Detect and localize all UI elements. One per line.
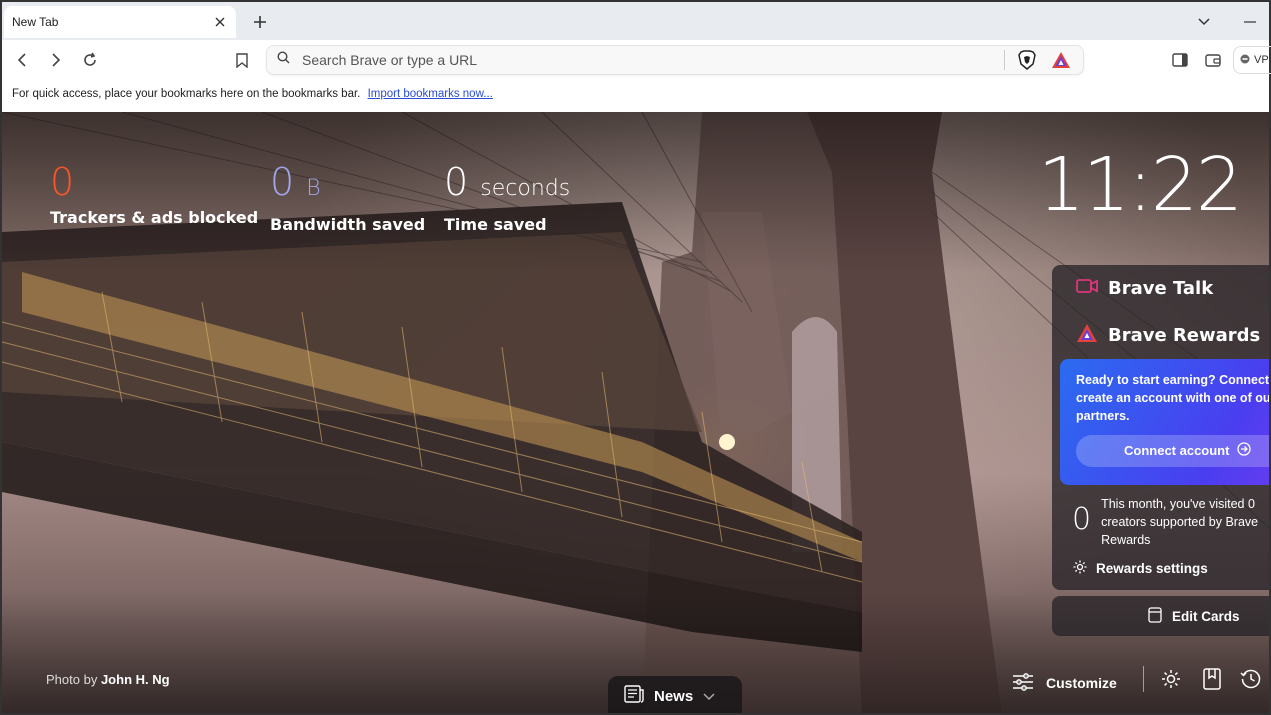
import-bookmarks-link[interactable]: Import bookmarks now... <box>368 88 493 100</box>
new-tab-page: 0 Trackers & ads blocked 0 B Bandwidth s… <box>0 112 1271 715</box>
vpn-status-icon <box>1240 54 1250 67</box>
sliders-icon <box>1012 672 1034 694</box>
photo-credit: Photo by John H. Ng <box>46 672 170 687</box>
bandwidth-value-row: 0 B <box>270 160 425 211</box>
visited-count: 0 <box>1072 502 1092 537</box>
bandwidth-label: Bandwidth saved <box>270 215 426 234</box>
brave-rewards-icon[interactable] <box>1049 48 1073 72</box>
visited-creators: 0 This month, you've visited 0 creators … <box>1052 485 1269 549</box>
news-label: News <box>654 687 694 705</box>
widget-cards: Brave Talk Brave Rewards Ready to start … <box>1052 265 1271 636</box>
tab-strip: New Tab <box>0 0 1271 40</box>
brave-talk-title: Brave Talk <box>1108 277 1214 299</box>
search-input[interactable] <box>302 52 1004 68</box>
connect-text: Ready to start earning? Connect or creat… <box>1076 373 1271 423</box>
rewards-settings-link[interactable]: Rewards settings <box>1052 549 1269 578</box>
bottom-divider <box>1143 666 1144 692</box>
close-icon[interactable] <box>212 14 228 30</box>
time-value-row: 0 seconds <box>444 160 570 211</box>
new-tab-button[interactable] <box>248 10 272 34</box>
connect-prompt: Ready to start earning? Connect or creat… <box>1060 359 1271 485</box>
edit-cards-label: Edit Cards <box>1172 608 1240 624</box>
time-stat: 0 seconds Time saved <box>444 160 570 234</box>
edit-cards-button[interactable]: Edit Cards <box>1052 596 1269 636</box>
forward-icon[interactable] <box>44 48 68 72</box>
search-icon <box>277 51 290 69</box>
wallet-icon[interactable] <box>1201 48 1225 72</box>
visited-text: This month, you've visited 0 creators su… <box>1101 497 1259 547</box>
rewards-settings-label: Rewards settings <box>1096 561 1208 576</box>
gear-icon <box>1072 559 1088 578</box>
brave-shields-icon[interactable] <box>1015 48 1039 72</box>
connect-account-button[interactable]: Connect account <box>1076 435 1269 467</box>
card-icon <box>1148 606 1162 626</box>
news-button[interactable]: News <box>608 676 742 713</box>
back-icon[interactable] <box>10 48 34 72</box>
bandwidth-value: 0 <box>270 160 295 204</box>
bandwidth-unit: B <box>306 176 321 201</box>
connect-account-label: Connect account <box>1124 443 1230 458</box>
arrow-right-circle-icon <box>1237 441 1252 461</box>
trackers-stat: 0 Trackers & ads blocked <box>50 160 258 227</box>
time-unit: seconds <box>480 176 571 201</box>
bookmarks-bar-message: For quick access, place your bookmarks h… <box>12 88 361 100</box>
omnibox-divider <box>1004 50 1005 70</box>
bookmarks-bar: For quick access, place your bookmarks h… <box>0 80 1271 112</box>
customize-label: Customize <box>1046 675 1117 691</box>
clock: 11:22 <box>1037 142 1243 228</box>
customize-button[interactable]: Customize <box>1012 668 1117 698</box>
settings-gear-icon[interactable] <box>1158 666 1184 692</box>
trackers-value: 0 <box>50 160 75 204</box>
bandwidth-stat: 0 B Bandwidth saved <box>270 160 425 234</box>
brave-talk-card[interactable]: Brave Talk <box>1052 265 1269 311</box>
newspaper-icon <box>624 685 644 707</box>
brave-rewards-logo-icon <box>1076 323 1098 348</box>
tab-new-tab[interactable]: New Tab <box>4 6 236 38</box>
rewards-header: Brave Rewards <box>1052 311 1269 359</box>
vpn-label: VPN <box>1254 54 1271 66</box>
photo-credit-author[interactable]: John H. Ng <box>101 672 170 687</box>
vpn-button[interactable]: VPN <box>1233 46 1271 74</box>
time-label: Time saved <box>444 215 547 234</box>
toolbar: VPN <box>0 40 1271 80</box>
bookmark-icon[interactable] <box>230 48 254 72</box>
brave-rewards-title: Brave Rewards <box>1108 324 1261 346</box>
chevron-down-icon <box>703 688 715 705</box>
camera-icon <box>1076 278 1098 299</box>
sidebar-icon[interactable] <box>1168 48 1192 72</box>
reload-icon[interactable] <box>78 48 102 72</box>
time-value: 0 <box>444 160 469 204</box>
photo-credit-prefix: Photo by <box>46 672 98 687</box>
brave-rewards-card: Brave Rewards Ready to start earning? Co… <box>1052 311 1271 590</box>
bookmarks-icon[interactable] <box>1199 666 1225 692</box>
chevron-down-icon[interactable] <box>1192 10 1216 34</box>
address-bar[interactable] <box>266 45 1084 75</box>
trackers-label: Trackers & ads blocked <box>50 208 259 227</box>
history-icon[interactable] <box>1238 666 1264 692</box>
minimize-icon[interactable] <box>1238 10 1262 34</box>
tab-title: New Tab <box>12 15 59 29</box>
